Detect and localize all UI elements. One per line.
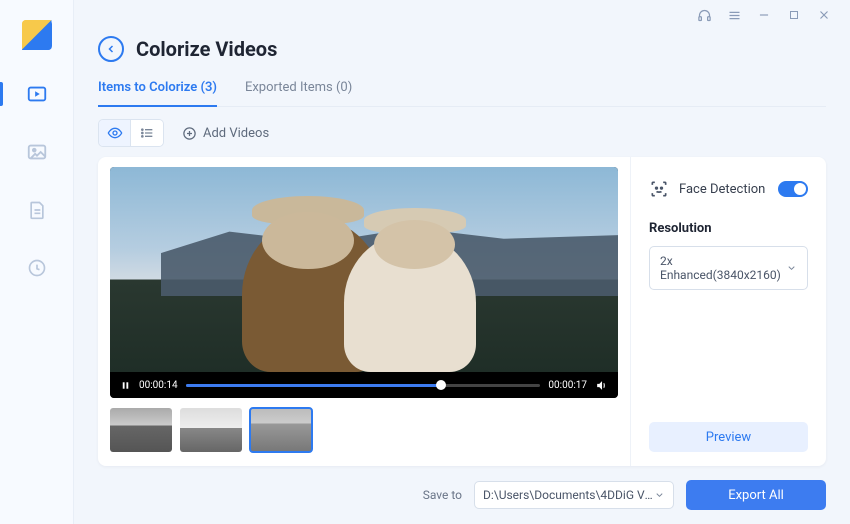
view-toggle	[98, 119, 164, 147]
tab-items-to-colorize[interactable]: Items to Colorize (3)	[98, 80, 217, 107]
nav-image-icon[interactable]	[23, 138, 51, 166]
thumbnail-2[interactable]	[180, 408, 242, 452]
tabs: Items to Colorize (3) Exported Items (0)	[98, 80, 826, 107]
view-list-button[interactable]	[131, 120, 163, 146]
face-detection-icon	[649, 179, 669, 199]
toolbar: Add Videos	[74, 107, 850, 157]
face-detection-row: Face Detection	[649, 179, 808, 199]
preview-button[interactable]: Preview	[649, 422, 808, 452]
face-detection-toggle[interactable]	[778, 181, 808, 197]
content-panel: 00:00:14 00:00:17	[98, 157, 826, 466]
video-controls: 00:00:14 00:00:17	[110, 372, 618, 398]
menu-icon[interactable]	[726, 7, 742, 23]
page-title: Colorize Videos	[136, 37, 277, 61]
app-logo	[22, 20, 52, 50]
close-button[interactable]	[816, 7, 832, 23]
minimize-button[interactable]	[756, 7, 772, 23]
current-time-label: 00:00:14	[139, 380, 178, 391]
chevron-down-icon	[654, 489, 665, 501]
nav-video-icon[interactable]	[23, 80, 51, 108]
back-button[interactable]	[98, 36, 124, 62]
headphones-icon[interactable]	[696, 7, 712, 23]
export-all-button[interactable]: Export All	[686, 480, 826, 510]
resolution-label: Resolution	[649, 221, 808, 236]
save-to-label: Save to	[423, 488, 462, 502]
thumbnail-1[interactable]	[110, 408, 172, 452]
settings-pane: Face Detection Resolution 2x Enhanced(38…	[630, 157, 826, 466]
volume-icon[interactable]	[595, 379, 608, 392]
thumbnail-3[interactable]	[250, 408, 312, 452]
save-path-dropdown[interactable]: D:\Users\Documents\4DDiG Vide...	[474, 481, 674, 509]
progress-thumb[interactable]	[436, 380, 446, 390]
nav-audio-icon[interactable]	[23, 254, 51, 282]
total-time-label: 00:00:17	[548, 380, 587, 391]
video-player[interactable]: 00:00:14 00:00:17	[110, 167, 618, 398]
tab-exported-items[interactable]: Exported Items (0)	[245, 80, 352, 107]
thumbnail-row	[110, 408, 618, 452]
progress-bar[interactable]	[186, 384, 541, 387]
header: Colorize Videos Items to Colorize (3) Ex…	[74, 30, 850, 107]
video-pane: 00:00:14 00:00:17	[98, 157, 630, 466]
nav-document-icon[interactable]	[23, 196, 51, 224]
save-path-value: D:\Users\Documents\4DDiG Vide...	[483, 488, 654, 502]
face-detection-label: Face Detection	[679, 182, 768, 197]
resolution-value: 2x Enhanced(3840x2160)	[660, 254, 786, 282]
resolution-dropdown[interactable]: 2x Enhanced(3840x2160)	[649, 246, 808, 290]
footer: Save to D:\Users\Documents\4DDiG Vide...…	[74, 476, 850, 524]
plus-circle-icon	[182, 126, 197, 141]
main-area: Colorize Videos Items to Colorize (3) Ex…	[74, 0, 850, 524]
chevron-down-icon	[786, 262, 797, 274]
add-videos-label: Add Videos	[203, 126, 269, 141]
pause-button[interactable]	[120, 380, 131, 391]
add-videos-button[interactable]: Add Videos	[182, 126, 269, 141]
titlebar	[74, 0, 850, 30]
video-frame	[110, 167, 618, 372]
sidebar	[0, 0, 74, 524]
view-preview-button[interactable]	[99, 120, 131, 146]
maximize-button[interactable]	[786, 7, 802, 23]
